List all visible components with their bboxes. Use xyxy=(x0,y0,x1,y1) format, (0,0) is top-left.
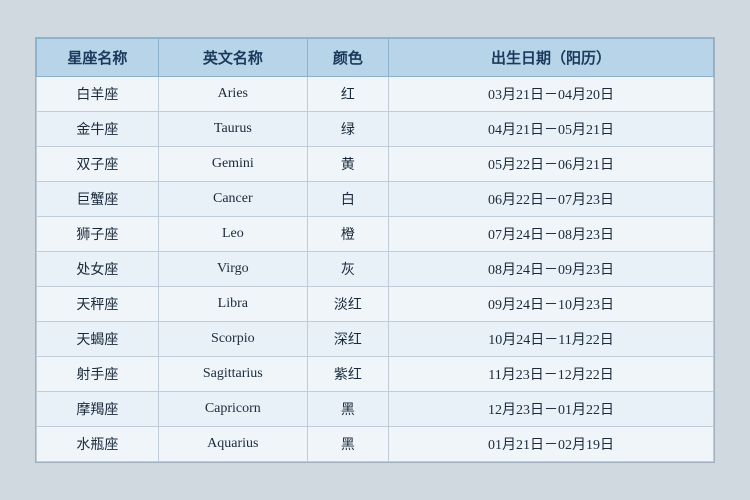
cell-english-name: Aquarius xyxy=(158,427,307,462)
cell-color: 白 xyxy=(307,182,388,217)
cell-english-name: Gemini xyxy=(158,147,307,182)
table-row: 天秤座Libra淡红09月24日－10月23日 xyxy=(37,287,714,322)
table-row: 射手座Sagittarius紫红11月23日－12月22日 xyxy=(37,357,714,392)
table-row: 双子座Gemini黄05月22日－06月21日 xyxy=(37,147,714,182)
cell-date-range: 03月21日－04月20日 xyxy=(389,77,714,112)
cell-color: 淡红 xyxy=(307,287,388,322)
cell-date-range: 01月21日－02月19日 xyxy=(389,427,714,462)
cell-date-range: 08月24日－09月23日 xyxy=(389,252,714,287)
cell-chinese-name: 水瓶座 xyxy=(37,427,159,462)
cell-color: 黑 xyxy=(307,427,388,462)
cell-english-name: Capricorn xyxy=(158,392,307,427)
cell-chinese-name: 摩羯座 xyxy=(37,392,159,427)
cell-date-range: 05月22日－06月21日 xyxy=(389,147,714,182)
cell-color: 深红 xyxy=(307,322,388,357)
cell-color: 绿 xyxy=(307,112,388,147)
cell-date-range: 06月22日－07月23日 xyxy=(389,182,714,217)
cell-color: 黑 xyxy=(307,392,388,427)
header-date-range: 出生日期（阳历） xyxy=(389,39,714,77)
cell-chinese-name: 巨蟹座 xyxy=(37,182,159,217)
table-row: 巨蟹座Cancer白06月22日－07月23日 xyxy=(37,182,714,217)
header-english-name: 英文名称 xyxy=(158,39,307,77)
cell-chinese-name: 金牛座 xyxy=(37,112,159,147)
table-row: 天蝎座Scorpio深红10月24日－11月22日 xyxy=(37,322,714,357)
zodiac-table: 星座名称 英文名称 颜色 出生日期（阳历） 白羊座Aries红03月21日－04… xyxy=(36,38,714,462)
table-row: 摩羯座Capricorn黑12月23日－01月22日 xyxy=(37,392,714,427)
cell-color: 黄 xyxy=(307,147,388,182)
cell-chinese-name: 射手座 xyxy=(37,357,159,392)
cell-color: 红 xyxy=(307,77,388,112)
cell-date-range: 12月23日－01月22日 xyxy=(389,392,714,427)
cell-color: 紫红 xyxy=(307,357,388,392)
cell-english-name: Virgo xyxy=(158,252,307,287)
header-chinese-name: 星座名称 xyxy=(37,39,159,77)
cell-chinese-name: 天蝎座 xyxy=(37,322,159,357)
table-header-row: 星座名称 英文名称 颜色 出生日期（阳历） xyxy=(37,39,714,77)
cell-chinese-name: 处女座 xyxy=(37,252,159,287)
cell-date-range: 11月23日－12月22日 xyxy=(389,357,714,392)
table-row: 水瓶座Aquarius黑01月21日－02月19日 xyxy=(37,427,714,462)
cell-chinese-name: 天秤座 xyxy=(37,287,159,322)
cell-english-name: Libra xyxy=(158,287,307,322)
table-row: 处女座Virgo灰08月24日－09月23日 xyxy=(37,252,714,287)
cell-english-name: Sagittarius xyxy=(158,357,307,392)
cell-date-range: 07月24日－08月23日 xyxy=(389,217,714,252)
cell-date-range: 04月21日－05月21日 xyxy=(389,112,714,147)
cell-color: 灰 xyxy=(307,252,388,287)
table-row: 狮子座Leo橙07月24日－08月23日 xyxy=(37,217,714,252)
cell-chinese-name: 双子座 xyxy=(37,147,159,182)
cell-chinese-name: 狮子座 xyxy=(37,217,159,252)
cell-color: 橙 xyxy=(307,217,388,252)
zodiac-table-container: 星座名称 英文名称 颜色 出生日期（阳历） 白羊座Aries红03月21日－04… xyxy=(35,37,715,463)
cell-date-range: 09月24日－10月23日 xyxy=(389,287,714,322)
cell-chinese-name: 白羊座 xyxy=(37,77,159,112)
table-row: 金牛座Taurus绿04月21日－05月21日 xyxy=(37,112,714,147)
table-row: 白羊座Aries红03月21日－04月20日 xyxy=(37,77,714,112)
cell-english-name: Aries xyxy=(158,77,307,112)
header-color: 颜色 xyxy=(307,39,388,77)
cell-english-name: Scorpio xyxy=(158,322,307,357)
cell-date-range: 10月24日－11月22日 xyxy=(389,322,714,357)
cell-english-name: Leo xyxy=(158,217,307,252)
cell-english-name: Cancer xyxy=(158,182,307,217)
cell-english-name: Taurus xyxy=(158,112,307,147)
